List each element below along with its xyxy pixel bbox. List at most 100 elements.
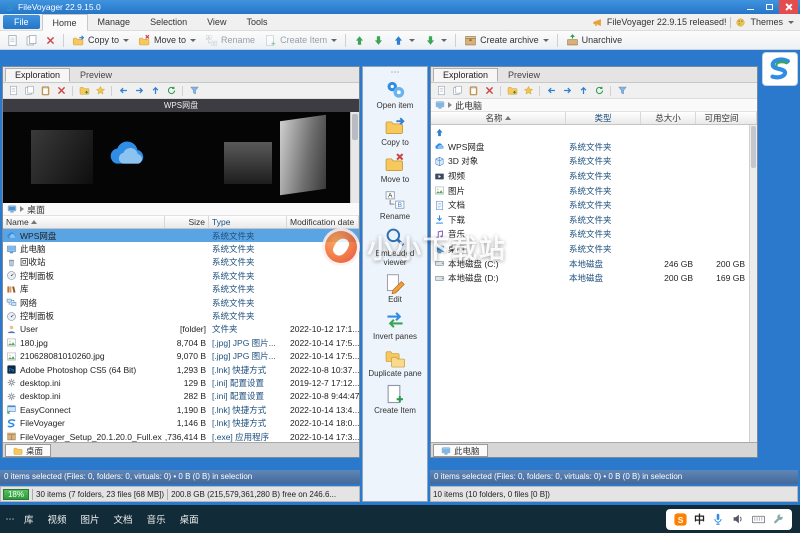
move-to-button[interactable]: Move to bbox=[134, 33, 200, 48]
themes-button[interactable]: Themes bbox=[750, 17, 783, 27]
table-row[interactable]: Ps Adobe Photoshop CS5 (64 Bit) 1,293 B [.l… bbox=[3, 363, 359, 376]
left-bottom-tab[interactable]: 桌面 bbox=[5, 444, 52, 457]
preview-scrollbar[interactable] bbox=[350, 112, 359, 203]
microphone-icon[interactable] bbox=[711, 512, 725, 526]
table-row[interactable]: 图片 系统文件夹 bbox=[431, 183, 757, 198]
table-row[interactable]: FileVoyager_Setup_20.1.20.0_Full.exe32,7… bbox=[3, 430, 359, 442]
table-row[interactable]: 桌面 系统文件夹 bbox=[431, 242, 757, 257]
ribbon-tab-view[interactable]: View bbox=[197, 14, 236, 30]
table-row[interactable]: WPS网盘 系统文件夹 bbox=[431, 140, 757, 155]
move-down-icon[interactable] bbox=[369, 32, 387, 48]
right-scrollbar[interactable] bbox=[749, 125, 757, 442]
taskbar-item-5[interactable]: 桌面 bbox=[180, 512, 199, 526]
column-header-0[interactable]: Name bbox=[3, 216, 165, 228]
folderplus-icon[interactable] bbox=[505, 84, 519, 97]
center-invert-panes-button[interactable]: Invert panes bbox=[364, 306, 426, 343]
center-embedded-viewer-button[interactable]: Embedded viewer bbox=[364, 223, 426, 269]
ribbon-tab-tools[interactable]: Tools bbox=[236, 14, 277, 30]
table-row[interactable]: 下载 系统文件夹 bbox=[431, 213, 757, 228]
column-header-3[interactable]: 可用空间 bbox=[696, 112, 757, 124]
table-row[interactable]: 控制面板 系统文件夹 bbox=[3, 309, 359, 322]
table-row[interactable]: 控制面板 系统文件夹 bbox=[3, 269, 359, 282]
left-breadcrumb[interactable]: 桌面 bbox=[3, 203, 359, 216]
star-icon[interactable] bbox=[521, 84, 535, 97]
left-tab-exploration[interactable]: Exploration bbox=[5, 68, 71, 82]
table-row[interactable]: 音乐 系统文件夹 bbox=[431, 227, 757, 242]
table-row[interactable]: EasyConnect 1,190 B [.lnk] 快捷方式 2022-10-14 … bbox=[3, 403, 359, 416]
clipboard-icon[interactable] bbox=[38, 84, 52, 97]
table-row[interactable]: desktop.ini 282 B [.ini] 配置设置 2022-10-8 9:4… bbox=[3, 390, 359, 403]
move-up-icon[interactable] bbox=[350, 32, 368, 48]
wrench-icon[interactable] bbox=[772, 513, 785, 526]
release-note[interactable]: FileVoyager 22.9.15 released! bbox=[607, 17, 727, 27]
unarchive-button[interactable]: Unarchive bbox=[562, 33, 627, 48]
pages-icon[interactable] bbox=[22, 84, 36, 97]
table-row[interactable]: WPS网盘 系统文件夹 bbox=[3, 229, 359, 243]
refresh-icon[interactable] bbox=[592, 84, 606, 97]
table-row[interactable]: 此电脑 系统文件夹 bbox=[3, 242, 359, 255]
rename-button[interactable]: AB Rename bbox=[201, 33, 259, 48]
column-header-1[interactable]: 类型 bbox=[566, 112, 641, 124]
filter-icon[interactable] bbox=[187, 84, 201, 97]
center-move-to-button[interactable]: Move to bbox=[364, 149, 426, 186]
delete-icon[interactable] bbox=[54, 84, 68, 97]
sort-up-button[interactable] bbox=[388, 33, 419, 48]
ribbon-tab-home[interactable]: Home bbox=[41, 14, 88, 31]
column-header-3[interactable]: Modification date bbox=[287, 216, 359, 228]
uparrow-icon[interactable] bbox=[148, 84, 162, 97]
table-row[interactable]: 本地磁盘 (C:) 本地磁盘 246 GB 200 GB bbox=[431, 256, 757, 271]
center-edit-button[interactable]: Edit bbox=[364, 269, 426, 306]
table-row[interactable]: 210628081010260.jpg 9,070 B [.jpg] JPG 图片.… bbox=[3, 350, 359, 363]
create-item-button[interactable]: Create Item bbox=[260, 33, 341, 48]
right-breadcrumb[interactable]: 此电脑 bbox=[431, 99, 757, 112]
table-row[interactable]: 库系统文件夹 bbox=[3, 283, 359, 296]
taskbar-item-2[interactable]: 图片 bbox=[81, 512, 100, 526]
right-bottom-tab[interactable]: 此电脑 bbox=[433, 444, 488, 457]
center-rename-button[interactable]: A B Rename bbox=[364, 186, 426, 223]
minimize-button[interactable] bbox=[741, 0, 760, 14]
new-document-icon[interactable] bbox=[3, 32, 21, 48]
sogou-icon[interactable]: S bbox=[673, 512, 688, 527]
table-row[interactable]: 回收站 系统文件夹 bbox=[3, 256, 359, 269]
table-row[interactable]: 180.jpg 8,704 B [.jpg] JPG 图片... 2022-10-14… bbox=[3, 336, 359, 349]
center-open-item-button[interactable]: Open item bbox=[364, 75, 426, 112]
refresh-icon[interactable] bbox=[164, 84, 178, 97]
taskbar-item-3[interactable]: 文档 bbox=[114, 512, 133, 526]
column-header-2[interactable]: 总大小 bbox=[641, 112, 696, 124]
star-icon[interactable] bbox=[93, 84, 107, 97]
table-row[interactable] bbox=[431, 125, 757, 140]
delete-icon[interactable] bbox=[41, 32, 59, 48]
clipboard-icon[interactable] bbox=[466, 84, 480, 97]
taskbar-item-1[interactable]: 视频 bbox=[48, 512, 67, 526]
table-row[interactable]: desktop.ini 129 B [.ini] 配置设置 2019-12-7 17:… bbox=[3, 376, 359, 389]
keyboard-icon[interactable] bbox=[751, 512, 766, 527]
copy-to-button[interactable]: Copy to bbox=[68, 33, 133, 48]
filter-icon[interactable] bbox=[615, 84, 629, 97]
folderplus-icon[interactable] bbox=[77, 84, 91, 97]
table-row[interactable]: 网络 系统文件夹 bbox=[3, 296, 359, 309]
back-icon[interactable] bbox=[544, 84, 558, 97]
taskbar-item-4[interactable]: 音乐 bbox=[147, 512, 166, 526]
maximize-button[interactable] bbox=[760, 0, 779, 14]
back-icon[interactable] bbox=[116, 84, 130, 97]
center-create-item-button[interactable]: Create Item bbox=[364, 380, 426, 417]
right-tab-exploration[interactable]: Exploration bbox=[433, 68, 499, 82]
table-row[interactable]: User [folder] 文件夹 2022-10-12 17:1... bbox=[3, 323, 359, 336]
table-row[interactable]: 本地磁盘 (D:) 本地磁盘 200 GB 169 GB bbox=[431, 271, 757, 286]
center-duplicate-pane-button[interactable]: Duplicate pane bbox=[364, 343, 426, 380]
delete-icon[interactable] bbox=[482, 84, 496, 97]
table-row[interactable]: FileVoyager 1,146 B [.lnk] 快捷方式 2022-10-14 … bbox=[3, 416, 359, 429]
create-archive-button[interactable]: Create archive bbox=[460, 33, 553, 48]
page-icon[interactable] bbox=[434, 84, 448, 97]
grip-icon[interactable] bbox=[363, 68, 427, 75]
left-tab-preview[interactable]: Preview bbox=[70, 68, 122, 82]
page-icon[interactable] bbox=[6, 84, 20, 97]
ribbon-tab-manage[interactable]: Manage bbox=[88, 14, 141, 30]
pages-icon[interactable] bbox=[450, 84, 464, 97]
copy-document-icon[interactable] bbox=[22, 32, 40, 48]
taskbar-item-0[interactable]: 库 bbox=[24, 512, 34, 526]
uparrow-icon[interactable] bbox=[576, 84, 590, 97]
column-header-1[interactable]: Size bbox=[165, 216, 209, 228]
file-menu-button[interactable]: File bbox=[3, 15, 40, 29]
ribbon-tab-selection[interactable]: Selection bbox=[140, 14, 197, 30]
